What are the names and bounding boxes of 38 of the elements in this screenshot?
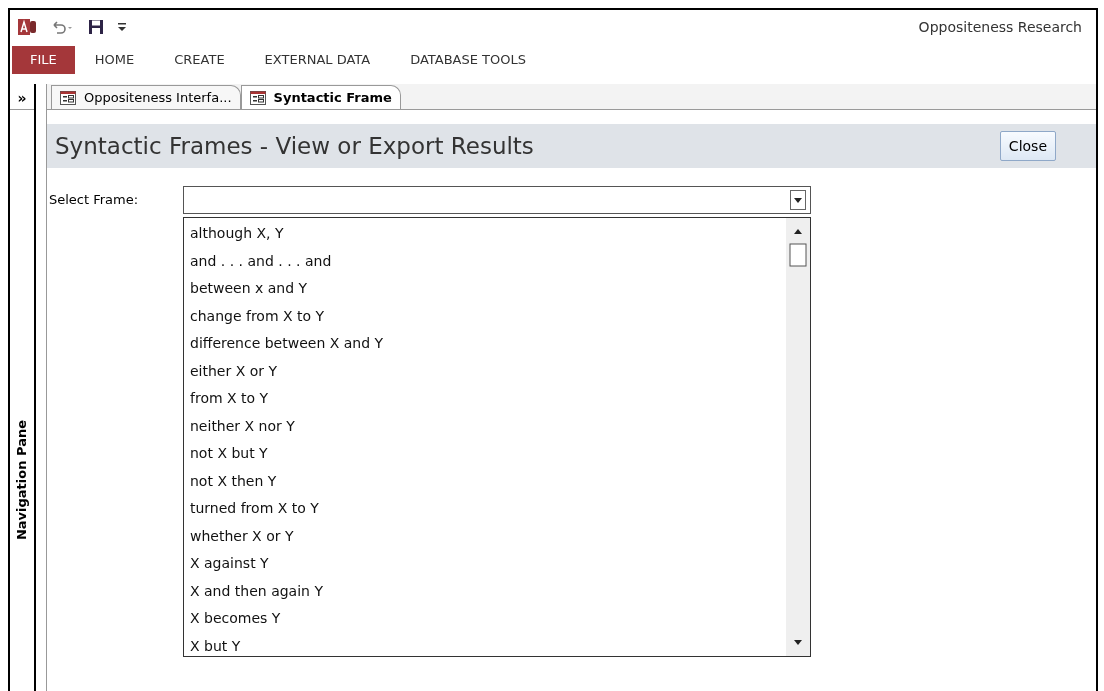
dropdown-option[interactable]: change from X to Y bbox=[190, 302, 786, 330]
ribbon-tab[interactable]: HOME bbox=[74, 46, 155, 74]
document-tab[interactable]: Oppositeness Interfa... bbox=[51, 85, 241, 109]
form-title: Syntactic Frames - View or Export Results bbox=[55, 131, 534, 161]
dropdown-option[interactable]: difference between X and Y bbox=[190, 330, 786, 358]
dropdown-option[interactable]: from X to Y bbox=[190, 385, 786, 413]
form-icon bbox=[249, 90, 266, 105]
app-logo-icon bbox=[18, 18, 36, 36]
dropdown-option[interactable]: although X, Y bbox=[190, 220, 786, 248]
ribbon-tab[interactable]: EXTERNAL DATA bbox=[244, 46, 391, 74]
form-icon bbox=[60, 90, 76, 105]
window-title: Oppositeness Research bbox=[918, 17, 1083, 37]
frame-combo-box[interactable] bbox=[183, 186, 811, 214]
dropdown-option[interactable]: turned from X to Y bbox=[190, 495, 786, 523]
navigation-pane[interactable]: » Navigation Pane bbox=[10, 84, 36, 691]
expand-toggle[interactable]: » bbox=[10, 88, 34, 110]
document-tab[interactable]: Syntactic Frame bbox=[240, 85, 401, 109]
customize-toolbar-icon[interactable] bbox=[118, 22, 126, 32]
dropdown-option[interactable]: neither X nor Y bbox=[190, 412, 786, 440]
dropdown-option[interactable]: whether X or Y bbox=[190, 522, 786, 550]
dropdown-option[interactable]: between x and Y bbox=[190, 275, 786, 303]
dropdown-option[interactable]: X against Y bbox=[190, 550, 786, 578]
dropdown-option[interactable]: not X but Y bbox=[190, 440, 786, 468]
dropdown-option[interactable]: X but Y bbox=[190, 632, 786, 660]
dropdown-option[interactable]: either X or Y bbox=[190, 357, 786, 385]
scrollbar[interactable] bbox=[786, 218, 810, 656]
undo-icon[interactable] bbox=[50, 19, 74, 35]
close-button[interactable]: Close bbox=[999, 131, 1056, 161]
field-label: Select Frame: bbox=[49, 191, 140, 209]
save-icon[interactable] bbox=[88, 19, 104, 35]
dropdown-option[interactable]: not X then Y bbox=[190, 467, 786, 495]
navigation-pane-label: Navigation Pane bbox=[13, 420, 31, 541]
dropdown-option[interactable]: X and then again Y bbox=[190, 577, 786, 605]
ribbon-tab[interactable]: CREATE bbox=[154, 46, 245, 74]
dropdown-option[interactable]: and . . . and . . . and bbox=[190, 247, 786, 275]
dropdown-option[interactable]: X becomes Y bbox=[190, 605, 786, 633]
ribbon-tab[interactable]: DATABASE TOOLS bbox=[390, 46, 546, 74]
file-tab[interactable]: FILE bbox=[12, 46, 75, 74]
